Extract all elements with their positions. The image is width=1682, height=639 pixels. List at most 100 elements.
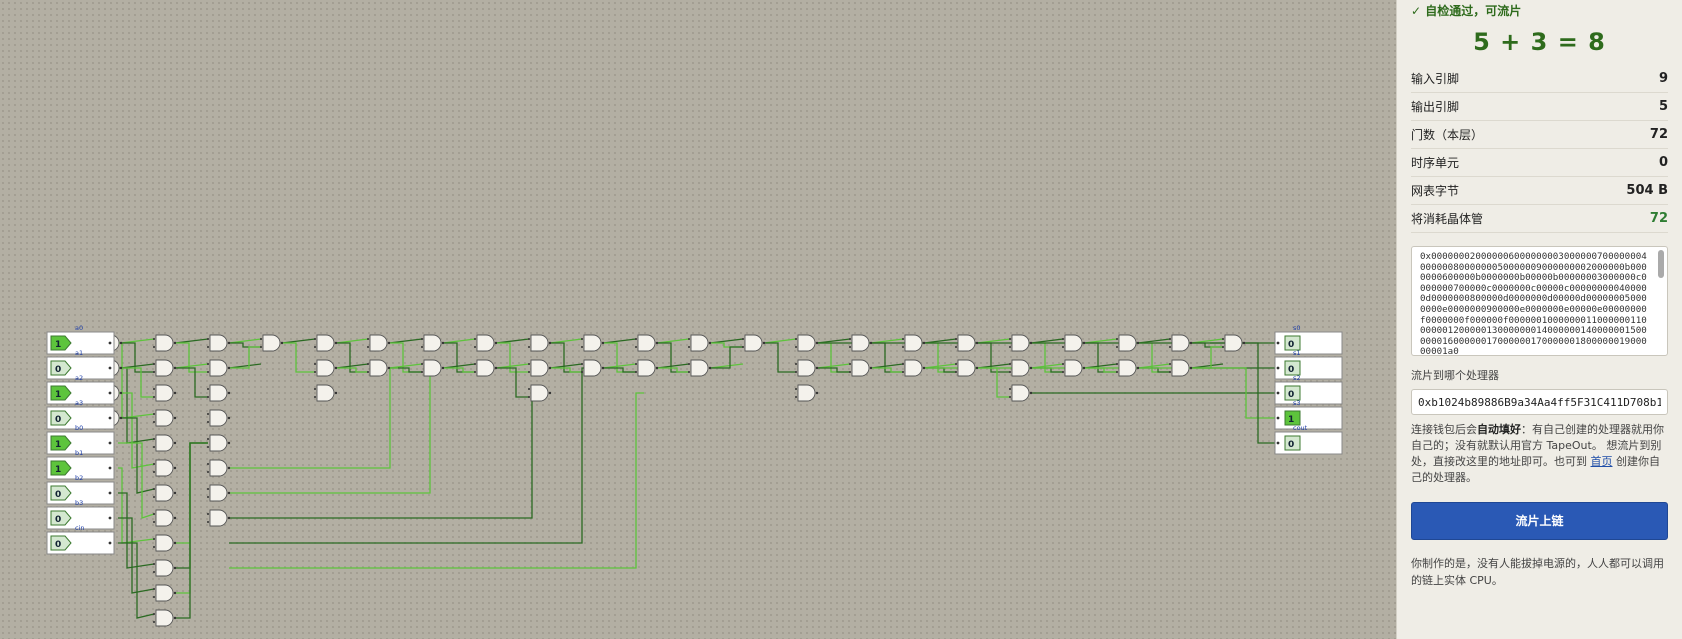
- logic-gate[interactable]: [207, 459, 231, 477]
- gate-out-port: [173, 341, 177, 345]
- logic-gate[interactable]: [207, 409, 231, 427]
- logic-gate[interactable]: [260, 334, 284, 352]
- gate-in-port: [1116, 338, 1118, 340]
- logic-gate[interactable]: [367, 334, 391, 352]
- wire: [282, 342, 315, 373]
- logic-gate[interactable]: [528, 334, 552, 352]
- logic-gate[interactable]: [1169, 359, 1193, 377]
- output-pin-s0[interactable]: 0s0: [1274, 324, 1343, 355]
- wires-layer: [100, 338, 1275, 619]
- gate-body: [209, 334, 228, 352]
- logic-gate[interactable]: [153, 384, 177, 402]
- logic-gate[interactable]: [955, 359, 979, 377]
- logic-gate[interactable]: [153, 459, 177, 477]
- pin-port: [1276, 441, 1280, 445]
- pin-name: s1: [1293, 349, 1301, 357]
- logic-gate[interactable]: [581, 334, 605, 352]
- processor-address-input[interactable]: [1411, 389, 1668, 415]
- logic-gate[interactable]: [795, 359, 819, 377]
- logic-gate[interactable]: [795, 384, 819, 402]
- logic-gate[interactable]: [207, 484, 231, 502]
- gate-in-port: [421, 371, 423, 373]
- logic-gate[interactable]: [528, 359, 552, 377]
- self-check-status: ✓ 自检通过，可流片: [1411, 4, 1522, 18]
- gate-body: [583, 334, 602, 352]
- logic-gate[interactable]: [795, 334, 819, 352]
- logic-gate[interactable]: [742, 334, 766, 352]
- logic-gate[interactable]: [1169, 334, 1193, 352]
- gate-body: [957, 359, 976, 377]
- gate-body: [209, 509, 228, 527]
- logic-gate[interactable]: [635, 334, 659, 352]
- logic-gate[interactable]: [635, 359, 659, 377]
- logic-gate[interactable]: [581, 359, 605, 377]
- logic-gate[interactable]: [314, 384, 338, 402]
- logic-gate[interactable]: [153, 509, 177, 527]
- logic-gate[interactable]: [314, 334, 338, 352]
- logic-gate[interactable]: [474, 359, 498, 377]
- stat-value: 5: [1658, 99, 1668, 114]
- pin-port: [108, 416, 112, 420]
- logic-gate[interactable]: [421, 334, 445, 352]
- gate-out-port: [1189, 341, 1193, 345]
- gate-out-port: [387, 366, 391, 370]
- logic-gate[interactable]: [153, 484, 177, 502]
- stats-list: 输入引脚 9 输出引脚 5 门数（本层） 72 时序单元 0 网表字节 504 …: [1411, 65, 1668, 233]
- circuit-diagram[interactable]: 1a00a11a20a31b01b10b20b30cin 0s00s10s21s…: [0, 0, 1396, 639]
- logic-gate[interactable]: [688, 359, 712, 377]
- logic-gate[interactable]: [421, 359, 445, 377]
- logic-gate[interactable]: [153, 409, 177, 427]
- stat-label: 时序单元: [1411, 156, 1460, 170]
- circuit-canvas[interactable]: 1 a0 0 a1 1 a2 0 a3 1 b0 1 b1 0 b2 0 b3 0 cin 0 s0 0 s1 0 s2 1 s…: [0, 0, 1396, 639]
- home-link[interactable]: 首页: [1591, 455, 1613, 468]
- logic-gate[interactable]: [1116, 334, 1140, 352]
- gate-in-port: [421, 338, 423, 340]
- logic-gate[interactable]: [153, 559, 177, 577]
- tapeout-button[interactable]: 流片上链: [1411, 502, 1668, 540]
- logic-gate[interactable]: [314, 359, 338, 377]
- logic-gate[interactable]: [153, 334, 177, 352]
- logic-gate[interactable]: [153, 584, 177, 602]
- gate-in-port: [153, 513, 155, 515]
- logic-gate[interactable]: [1062, 334, 1086, 352]
- netlist-hex-box[interactable]: 0x00000002000000600000000300000070000000…: [1411, 246, 1668, 356]
- logic-gate[interactable]: [1222, 334, 1246, 352]
- pin-value: 0: [55, 415, 61, 425]
- logic-gate[interactable]: [153, 534, 177, 552]
- logic-gate[interactable]: [1009, 359, 1033, 377]
- gate-out-port: [173, 541, 177, 545]
- gate-out-port: [227, 341, 231, 345]
- netlist-scrollbar[interactable]: [1658, 250, 1664, 278]
- logic-gate[interactable]: [207, 434, 231, 452]
- logic-gate[interactable]: [849, 359, 873, 377]
- logic-gate[interactable]: [902, 334, 926, 352]
- gate-in-port: [153, 488, 155, 490]
- side-panel: ✓ 自检通过，可流片 5 + 3 = 8 输入引脚 9 输出引脚 5 门数（本层…: [1396, 0, 1682, 639]
- logic-gate[interactable]: [474, 334, 498, 352]
- logic-gate[interactable]: [153, 609, 177, 627]
- logic-gate[interactable]: [153, 434, 177, 452]
- gate-in-port: [688, 363, 690, 365]
- logic-gate[interactable]: [1009, 334, 1033, 352]
- logic-gate[interactable]: [955, 334, 979, 352]
- gate-in-port: [635, 371, 637, 373]
- logic-gate[interactable]: [207, 384, 231, 402]
- logic-gate[interactable]: [528, 384, 552, 402]
- logic-gate[interactable]: [153, 359, 177, 377]
- logic-gate[interactable]: [902, 359, 926, 377]
- gate-in-port: [902, 363, 904, 365]
- logic-gate[interactable]: [207, 334, 231, 352]
- logic-gate[interactable]: [367, 359, 391, 377]
- gate-out-port: [334, 391, 338, 395]
- logic-gate[interactable]: [207, 509, 231, 527]
- logic-gate[interactable]: [1116, 359, 1140, 377]
- gate-out-port: [173, 566, 177, 570]
- logic-gate[interactable]: [1062, 359, 1086, 377]
- gate-out-port: [173, 491, 177, 495]
- logic-gate[interactable]: [1009, 384, 1033, 402]
- logic-gate[interactable]: [849, 334, 873, 352]
- logic-gate[interactable]: [207, 359, 231, 377]
- gate-body: [1118, 334, 1137, 352]
- gate-body: [476, 334, 495, 352]
- logic-gate[interactable]: [688, 334, 712, 352]
